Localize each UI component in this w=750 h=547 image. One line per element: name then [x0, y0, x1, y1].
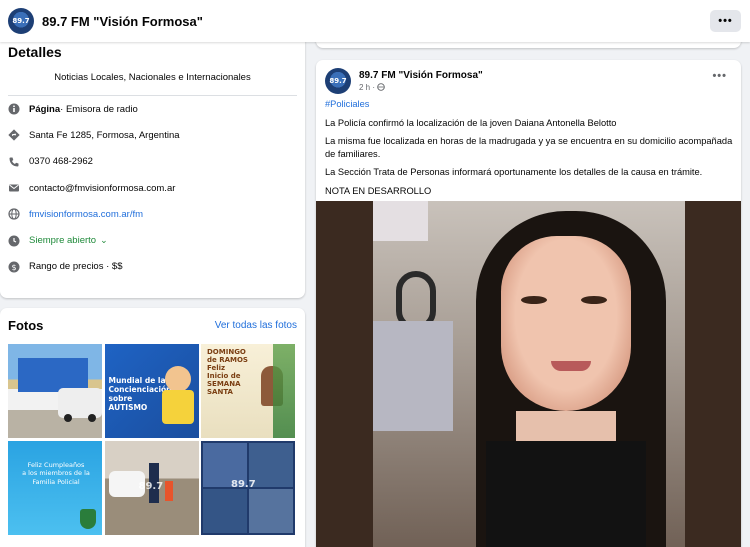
- directions-icon: [8, 129, 20, 142]
- post-hashtag[interactable]: #Policiales: [325, 98, 735, 111]
- globe-icon: [8, 208, 20, 220]
- globe-icon: [377, 82, 386, 93]
- page-title[interactable]: 89.7 FM "Visión Formosa": [42, 14, 203, 29]
- page-type-value: · Emisora de radio: [60, 103, 138, 115]
- phone-text[interactable]: 0370 468-2962: [29, 156, 93, 167]
- post-time[interactable]: 2 h ·: [359, 83, 375, 92]
- details-heading: Detalles: [8, 44, 62, 60]
- post-text: #Policiales La Policía confirmó la local…: [325, 98, 735, 203]
- website-row: fmvisionformosa.com.ar/fm: [8, 201, 297, 227]
- photo-tile[interactable]: DOMINGO de RAMOS Feliz Inicio de SEMANA …: [201, 344, 295, 438]
- photo-tile[interactable]: [8, 344, 102, 438]
- post-paragraph: NOTA EN DESARROLLO: [325, 185, 432, 196]
- price-row: $ Rango de precios · $$: [8, 254, 297, 280]
- email-row: contacto@fmvisionformosa.com.ar: [8, 175, 297, 201]
- post-paragraph: La Policía confirmó la localización de l…: [325, 117, 617, 128]
- post-options-button[interactable]: •••: [712, 70, 727, 82]
- email-icon: [8, 182, 20, 194]
- photo-grid: Mundial de la Concienciación sobre AUTIS…: [8, 344, 295, 535]
- post-card: 89.7 89.7 FM "Visión Formosa" 2 h · ••• …: [316, 60, 741, 547]
- website-link[interactable]: fmvisionformosa.com.ar/fm: [29, 209, 143, 220]
- page-header-bar: 89.7 89.7 FM "Visión Formosa" •••: [0, 0, 750, 42]
- post-paragraph: La misma fue localizada en horas de la m…: [325, 136, 733, 159]
- post-author-name[interactable]: 89.7 FM "Visión Formosa": [359, 70, 483, 81]
- price-tag-icon: $: [8, 261, 20, 273]
- more-options-button[interactable]: •••: [710, 10, 741, 32]
- photo-tile-watermark: 89.7: [231, 478, 256, 490]
- photo-tile[interactable]: Feliz Cumpleaños a los miembros de la Fa…: [8, 440, 102, 535]
- email-text[interactable]: contacto@fmvisionformosa.com.ar: [29, 183, 175, 194]
- post-photo[interactable]: [316, 201, 741, 547]
- post-author-avatar[interactable]: 89.7: [325, 68, 351, 94]
- chevron-down-icon[interactable]: ⌄: [100, 235, 108, 246]
- photo-tile-caption: DOMINGO de RAMOS Feliz Inicio de SEMANA …: [207, 348, 248, 397]
- photos-card: Fotos Ver todas las fotos Mundial de la …: [0, 308, 305, 547]
- post-paragraph: La Sección Trata de Personas informará o…: [325, 167, 703, 178]
- page-type-row: Página · Emisora de radio: [8, 96, 297, 122]
- details-card: Detalles Noticias Locales, Nacionales e …: [0, 30, 305, 298]
- hours-row[interactable]: Siempre abierto ⌄: [8, 227, 297, 253]
- hours-text[interactable]: Siempre abierto: [29, 235, 96, 246]
- svg-text:$: $: [11, 263, 16, 272]
- see-all-photos-link[interactable]: Ver todas las fotos: [215, 320, 297, 331]
- page-type-label: Página: [29, 103, 61, 115]
- phone-icon: [8, 156, 20, 168]
- photo-tile[interactable]: 89.7: [201, 440, 295, 535]
- info-icon: [8, 103, 20, 115]
- photos-heading: Fotos: [8, 318, 44, 333]
- page-avatar[interactable]: 89.7: [8, 8, 34, 34]
- address-text[interactable]: Santa Fe 1285, Formosa, Argentina: [29, 130, 180, 141]
- post-timestamp[interactable]: 2 h ·: [359, 83, 483, 93]
- photo-tile-caption: Feliz Cumpleaños a los miembros de la Fa…: [22, 460, 90, 487]
- photo-tile[interactable]: 89.7: [104, 440, 199, 535]
- clock-icon: [8, 235, 20, 247]
- photo-tile-watermark: 89.7: [138, 480, 164, 492]
- address-row: Santa Fe 1285, Formosa, Argentina: [8, 122, 297, 148]
- page-description: Noticias Locales, Nacionales e Internaci…: [8, 72, 297, 96]
- phone-row: 0370 468-2962: [8, 149, 297, 175]
- photo-tile[interactable]: Mundial de la Concienciación sobre AUTIS…: [104, 344, 199, 438]
- price-text: Rango de precios · $$: [29, 261, 123, 273]
